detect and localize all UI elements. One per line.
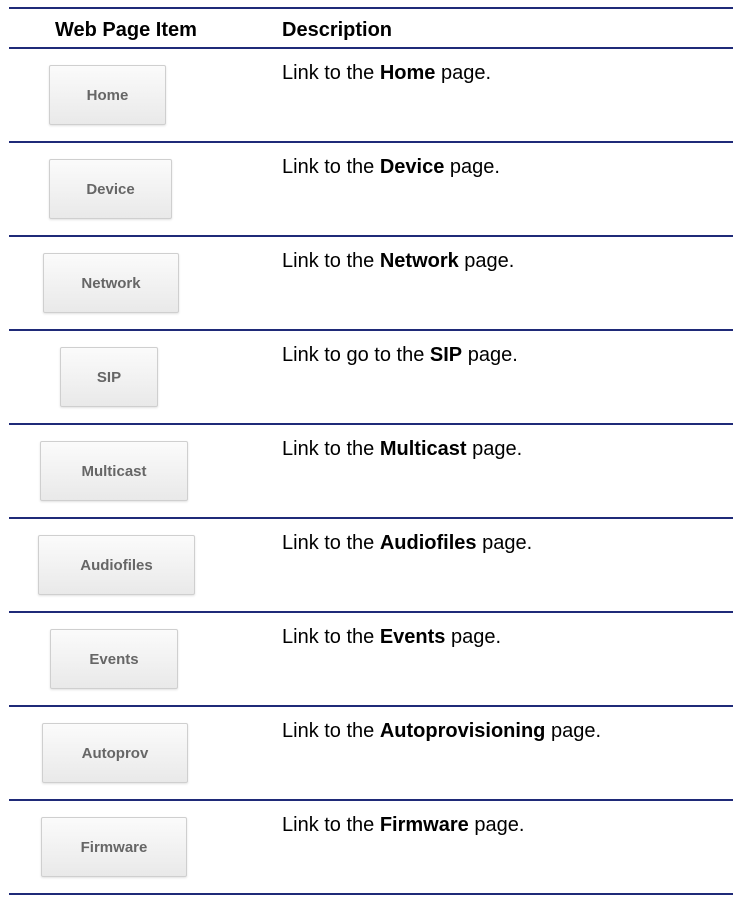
table-body: Home Link to the Home page. Device Link to …	[9, 49, 733, 895]
nav-button-home[interactable]: Home	[49, 65, 166, 125]
description-page-name: Autoprovisioning	[379, 720, 546, 742]
description-prefix: Link to the	[282, 626, 380, 648]
description-suffix: page.	[476, 532, 533, 554]
nav-button-multicast[interactable]: Multicast	[40, 441, 188, 501]
description-page-name: Audiofiles	[379, 532, 477, 554]
description-page-name: Events	[379, 626, 446, 648]
description-prefix: Link to the	[282, 156, 380, 178]
header-description: Description	[282, 19, 393, 41]
description-text: Link to the Home page.	[282, 61, 491, 85]
web-page-items-table: Web Page Item Description Home Link to th…	[9, 7, 733, 895]
table-row: Home Link to the Home page.	[9, 49, 733, 141]
nav-button-autoprov[interactable]: Autoprov	[42, 723, 188, 783]
description-text: Link to the Network page.	[282, 249, 514, 273]
description-page-name: Multicast	[379, 438, 467, 460]
description-page-name: SIP	[429, 344, 463, 366]
row-rule	[9, 893, 733, 895]
nav-button-sip[interactable]: SIP	[60, 347, 158, 407]
description-page-name: Device	[379, 156, 445, 178]
description-text: Link to the Device page.	[282, 155, 500, 179]
description-text: Link to the Events page.	[282, 625, 501, 649]
header-web-page-item: Web Page Item	[55, 19, 197, 41]
table-row: Device Link to the Device page.	[9, 143, 733, 235]
web-page-item-cell: Home	[9, 49, 269, 141]
table-row: Multicast Link to the Multicast page.	[9, 425, 733, 517]
description-prefix: Link to the	[282, 62, 380, 84]
web-page-item-cell: SIP	[9, 331, 269, 423]
description-suffix: page.	[462, 344, 518, 366]
description-prefix: Link to the	[282, 438, 380, 460]
web-page-item-cell: Audiofiles	[9, 519, 269, 611]
description-text: Link to the Audiofiles page.	[282, 531, 532, 555]
web-page-item-cell: Firmware	[9, 801, 269, 893]
description-suffix: page.	[545, 720, 601, 742]
table-row: Events Link to the Events page.	[9, 613, 733, 705]
web-page-item-cell: Network	[9, 237, 269, 329]
table-row: SIP Link to go to the SIP page.	[9, 331, 733, 423]
description-suffix: page.	[466, 438, 523, 460]
description-prefix: Link to the	[282, 250, 380, 272]
description-text: Link to the Firmware page.	[282, 813, 524, 837]
description-prefix: Link to the	[282, 532, 380, 554]
web-page-item-cell: Device	[9, 143, 269, 235]
web-page-item-cell: Multicast	[9, 425, 269, 517]
table-row: Network Link to the Network page.	[9, 237, 733, 329]
description-page-name: Home	[379, 62, 436, 84]
description-suffix: page.	[445, 626, 502, 648]
nav-button-firmware[interactable]: Firmware	[41, 817, 187, 877]
table-row: Firmware Link to the Firmware page.	[9, 801, 733, 893]
description-prefix: Link to the	[282, 720, 380, 742]
description-prefix: Link to the	[282, 814, 380, 836]
description-suffix: page.	[444, 156, 500, 178]
description-suffix: page.	[435, 62, 492, 84]
web-page-item-cell: Events	[9, 613, 269, 705]
description-prefix: Link to go to the	[282, 344, 430, 366]
description-text: Link to the Multicast page.	[282, 437, 522, 461]
description-suffix: page.	[468, 814, 525, 836]
nav-button-network[interactable]: Network	[43, 253, 179, 313]
description-suffix: page.	[458, 250, 515, 272]
nav-button-audiofiles[interactable]: Audiofiles	[38, 535, 195, 595]
table-row: Autoprov Link to the Autoprovisioning pag…	[9, 707, 733, 799]
web-page-item-cell: Autoprov	[9, 707, 269, 799]
nav-button-device[interactable]: Device	[49, 159, 172, 219]
description-page-name: Firmware	[379, 814, 469, 836]
nav-button-events[interactable]: Events	[50, 629, 178, 689]
description-page-name: Network	[379, 250, 459, 272]
table-header-row: Web Page Item Description	[9, 9, 733, 47]
description-text: Link to go to the SIP page.	[282, 343, 518, 367]
table-row: Audiofiles Link to the Audiofiles page.	[9, 519, 733, 611]
description-text: Link to the Autoprovisioning page.	[282, 719, 601, 743]
